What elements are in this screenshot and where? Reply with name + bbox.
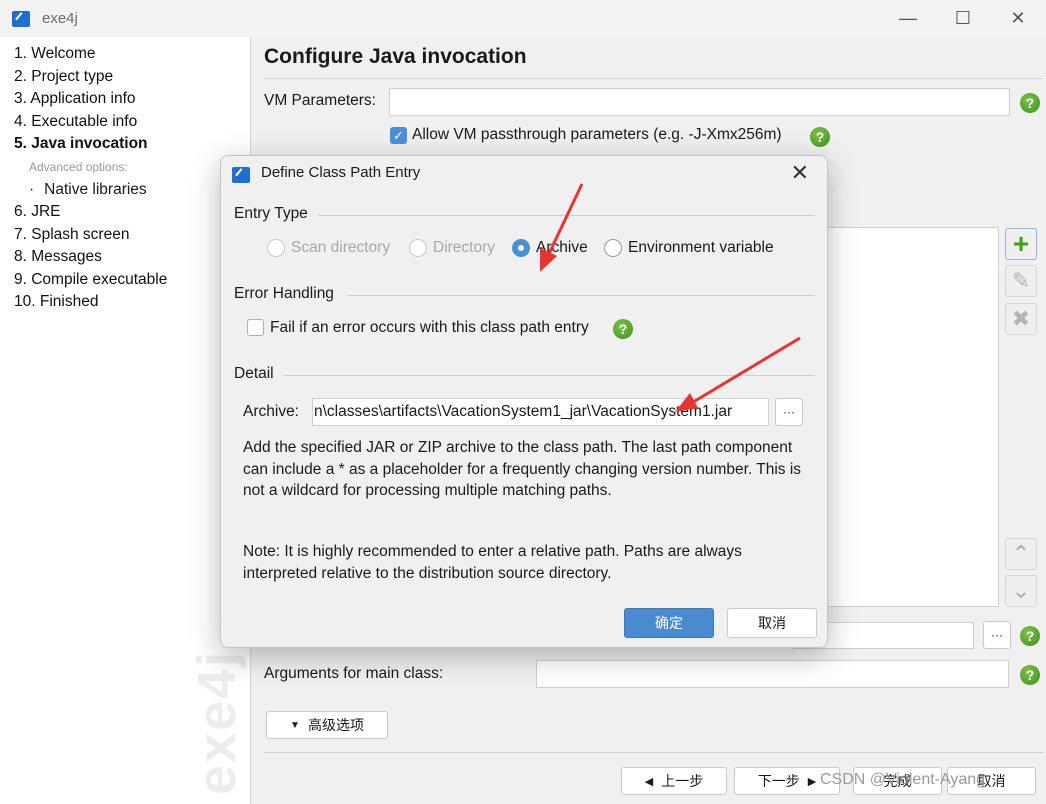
triangle-down-icon: ▼ [290, 719, 300, 731]
dialog-close-button[interactable]: ✕ [791, 160, 809, 186]
footer-divider [264, 752, 1044, 753]
define-class-path-entry-dialog: Define Class Path Entry ✕ Entry Type Sca… [220, 155, 828, 648]
radio-icon [267, 239, 285, 257]
sidebar-item-project-type[interactable]: 2. Project type [0, 66, 250, 89]
remove-icon: ✖ [1011, 306, 1031, 331]
group-divider [347, 295, 815, 296]
triangle-right-icon: ▶ [807, 775, 817, 788]
window-title: exe4j [42, 10, 78, 27]
chevron-down-icon: ⌄ [1011, 578, 1031, 603]
help-icon[interactable]: ? [1020, 665, 1040, 685]
error-handling-group-label: Error Handling [234, 285, 334, 302]
radio-environment-variable[interactable]: Environment variable [604, 239, 774, 257]
relative-path-note: Note: It is highly recommended to enter … [243, 543, 742, 582]
help-icon[interactable]: ? [1020, 93, 1040, 113]
radio-scan-directory[interactable]: Scan directory [267, 239, 390, 257]
sidebar-item-finished[interactable]: 10. Finished [0, 291, 250, 314]
vm-parameters-label: VM Parameters: [264, 92, 376, 109]
title-divider [264, 78, 1042, 79]
plus-icon: + [1012, 228, 1030, 259]
title-bar: exe4j — ☐ ✕ [0, 0, 1046, 37]
remove-entry-button[interactable]: ✖ [1005, 303, 1037, 335]
radio-selected-icon [512, 239, 530, 257]
group-divider [283, 375, 815, 376]
help-icon[interactable]: ? [613, 319, 633, 339]
sidebar-advanced-options-label: Advanced options: [29, 159, 128, 174]
sidebar-item-label: Native libraries [44, 180, 147, 198]
radio-label: Archive [536, 239, 588, 256]
detail-group-label: Detail [234, 365, 274, 382]
sidebar-item-jre[interactable]: 6. JRE [0, 201, 250, 224]
fail-on-error-label: Fail if an error occurs with this class … [270, 319, 589, 336]
sidebar-item-messages[interactable]: 8. Messages [0, 246, 250, 269]
fail-on-error-checkbox[interactable] [247, 319, 264, 336]
allow-passthrough-checkbox[interactable]: ✓ [390, 127, 407, 144]
sidebar-item-welcome[interactable]: 1. Welcome [0, 43, 250, 66]
sidebar-item-executable-info[interactable]: 4. Executable info [0, 111, 250, 134]
back-label: 上一步 [661, 773, 704, 789]
dialog-app-icon [232, 167, 250, 183]
archive-path-input[interactable]: n\classes\artifacts\VacationSystem1_jar\… [312, 398, 769, 426]
radio-directory[interactable]: Directory [409, 239, 495, 257]
next-label: 下一步 [757, 773, 800, 789]
entry-type-group-label: Entry Type [234, 205, 308, 222]
advanced-options-button[interactable]: ▼ 高级选项 [266, 711, 388, 739]
minimize-button[interactable]: — [885, 0, 931, 37]
exe4j-app-icon [12, 10, 30, 27]
chevron-up-icon: ⌃ [1011, 541, 1031, 566]
csdn-watermark: CSDN @Violent-Ayang [820, 771, 986, 788]
vm-parameters-input[interactable] [389, 88, 1010, 116]
help-icon[interactable]: ? [810, 127, 830, 147]
radio-archive[interactable]: Archive [512, 239, 588, 257]
radio-label: Directory [433, 239, 496, 256]
browse-archive-button[interactable]: ··· [775, 398, 803, 426]
move-up-button[interactable]: ⌃ [1005, 538, 1037, 570]
triangle-left-icon: ◀ [644, 775, 654, 788]
sidebar-item-application-info[interactable]: 3. Application info [0, 88, 250, 111]
move-down-button[interactable]: ⌄ [1005, 575, 1037, 607]
add-entry-button[interactable]: + [1005, 228, 1037, 260]
edit-entry-button[interactable]: ✎ [1005, 265, 1037, 297]
page-title: Configure Java invocation [264, 45, 527, 68]
radio-icon [409, 239, 427, 257]
sidebar-item-native-libraries[interactable]: · Native libraries [0, 178, 250, 201]
radio-icon [604, 239, 622, 257]
arguments-label: Arguments for main class: [264, 665, 444, 682]
allow-passthrough-label: Allow VM passthrough parameters (e.g. -J… [412, 126, 782, 143]
close-button[interactable]: ✕ [995, 0, 1041, 37]
maximize-button[interactable]: ☐ [940, 0, 986, 37]
ok-button[interactable]: 确定 [624, 608, 714, 638]
radio-label: Environment variable [628, 239, 774, 256]
radio-label: Scan directory [291, 239, 391, 256]
sidebar-item-java-invocation[interactable]: 5. Java invocation [0, 133, 250, 156]
dialog-title: Define Class Path Entry [261, 164, 421, 181]
edit-icon: ✎ [1011, 268, 1031, 293]
bullet-icon: · [29, 180, 35, 198]
group-divider [318, 215, 815, 216]
browse-main-class-button[interactable]: ··· [983, 621, 1011, 649]
archive-description: Add the specified JAR or ZIP archive to … [243, 439, 802, 499]
archive-label: Archive: [243, 403, 299, 420]
back-button[interactable]: ◀ 上一步 [621, 767, 727, 795]
arguments-input[interactable] [536, 660, 1009, 688]
sidebar-item-splash-screen[interactable]: 7. Splash screen [0, 224, 250, 247]
help-icon[interactable]: ? [1020, 626, 1040, 646]
sidebar-item-compile-executable[interactable]: 9. Compile executable [0, 269, 250, 292]
dialog-cancel-button[interactable]: 取消 [727, 608, 817, 638]
exe4j-watermark-logo: exe4j [187, 649, 247, 795]
advanced-options-label: 高级选项 [307, 717, 364, 733]
